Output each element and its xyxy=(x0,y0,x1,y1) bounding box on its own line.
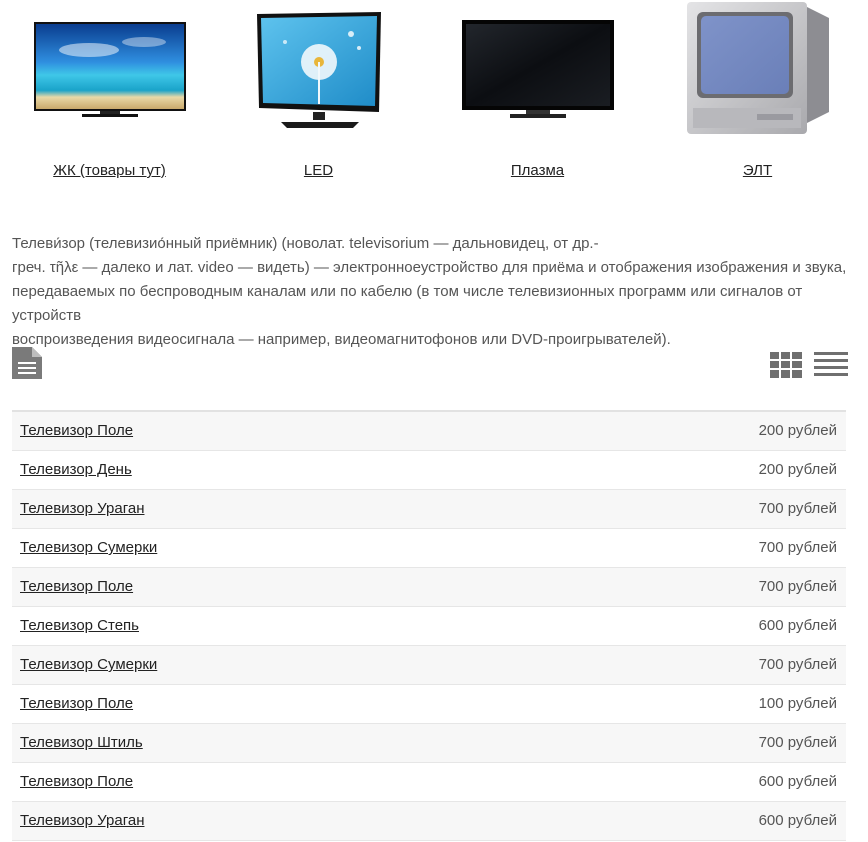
table-row: Телевизор Сумерки 700 рублей xyxy=(12,646,846,685)
product-price: 600 рублей xyxy=(758,812,837,829)
product-name-link[interactable]: Телевизор Поле xyxy=(20,695,133,712)
product-price: 700 рублей xyxy=(758,656,837,673)
table-row: Телевизор Сумерки 700 рублей xyxy=(12,529,846,568)
category-label[interactable]: Плазма xyxy=(428,162,647,179)
category-description: Телеви́зор (телевизио́нный приёмник) (но… xyxy=(12,232,852,352)
crt-tv-image[interactable] xyxy=(683,0,833,138)
table-row: Телевизор Штиль 700 рублей xyxy=(12,724,846,763)
category-crt[interactable]: ЭЛТ xyxy=(648,0,867,200)
description-line: Телеви́зор (телевизио́нный приёмник) (но… xyxy=(12,235,599,252)
description-line: греч. τῆλε — далеко и лат. video — видет… xyxy=(12,259,847,276)
led-tv-image[interactable] xyxy=(255,12,383,130)
product-price: 700 рублей xyxy=(758,578,837,595)
table-row: Телевизор День 200 рублей xyxy=(12,451,846,490)
table-row: Телевизор Поле 200 рублей xyxy=(12,412,846,451)
category-led[interactable]: LED xyxy=(209,0,428,200)
product-name-link[interactable]: Телевизор Сумерки xyxy=(20,656,157,673)
product-name-link[interactable]: Телевизор Поле xyxy=(20,422,133,439)
lcd-tv-image[interactable] xyxy=(33,22,186,118)
product-name-link[interactable]: Телевизор Поле xyxy=(20,773,133,790)
product-name-link[interactable]: Телевизор Степь xyxy=(20,617,139,634)
product-name-link[interactable]: Телевизор Ураган xyxy=(20,812,144,829)
grid-view-icon[interactable] xyxy=(770,352,802,378)
product-price: 200 рублей xyxy=(758,422,837,439)
table-row: Телевизор Степь 600 рублей xyxy=(12,607,846,646)
category-label[interactable]: LED xyxy=(209,162,428,179)
product-table: Телевизор Поле 200 рублей Телевизор День… xyxy=(12,410,846,841)
description-line: воспроизведения видеосигнала — например,… xyxy=(12,331,671,348)
category-lcd[interactable]: ЖК (товары тут) xyxy=(0,0,219,200)
table-row: Телевизор Поле 700 рублей xyxy=(12,568,846,607)
product-price: 600 рублей xyxy=(758,617,837,634)
product-name-link[interactable]: Телевизор Штиль xyxy=(20,734,143,751)
product-price: 700 рублей xyxy=(758,500,837,517)
table-row: Телевизор Поле 600 рублей xyxy=(12,763,846,802)
product-price: 700 рублей xyxy=(758,734,837,751)
category-row: ЖК (товары тут) LED Плазма ЭЛТ xyxy=(0,0,868,200)
product-price: 200 рублей xyxy=(758,461,837,478)
category-label[interactable]: ЖК (товары тут) xyxy=(0,162,219,179)
plasma-tv-image[interactable] xyxy=(461,20,614,120)
description-line: передаваемых по беспроводным каналам или… xyxy=(12,283,803,324)
product-name-link[interactable]: Телевизор День xyxy=(20,461,132,478)
product-name-link[interactable]: Телевизор Сумерки xyxy=(20,539,157,556)
product-name-link[interactable]: Телевизор Поле xyxy=(20,578,133,595)
product-price: 700 рублей xyxy=(758,539,837,556)
list-view-icon[interactable] xyxy=(814,352,848,378)
document-icon[interactable] xyxy=(12,347,42,379)
table-row: Телевизор Ураган 700 рублей xyxy=(12,490,846,529)
category-plasma[interactable]: Плазма xyxy=(428,0,647,200)
product-price: 100 рублей xyxy=(758,695,837,712)
product-name-link[interactable]: Телевизор Ураган xyxy=(20,500,144,517)
table-row: Телевизор Поле 100 рублей xyxy=(12,685,846,724)
product-price: 600 рублей xyxy=(758,773,837,790)
table-row: Телевизор Ураган 600 рублей xyxy=(12,802,846,841)
category-label[interactable]: ЭЛТ xyxy=(648,162,867,179)
